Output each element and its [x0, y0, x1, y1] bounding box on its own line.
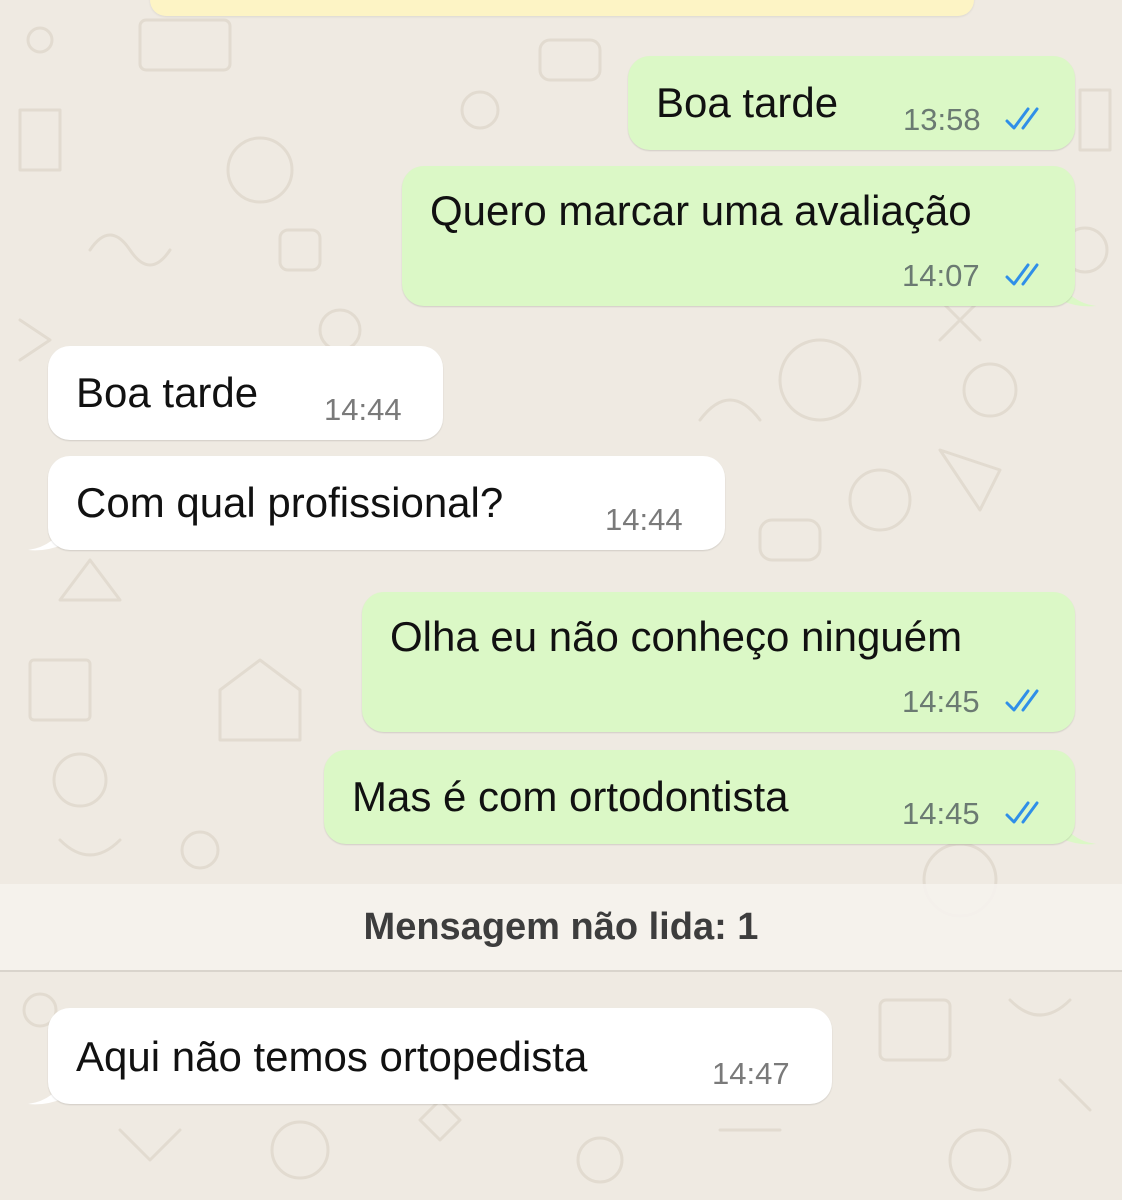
message-bubble-outgoing[interactable]: Olha eu não conheço ninguém 14:45: [362, 592, 1075, 732]
message-timestamp: 13:58: [903, 102, 981, 137]
message-text: Mas é com ortodontista: [352, 773, 789, 820]
message-text: Aqui não temos ortopedista: [76, 1033, 588, 1080]
unread-messages-label: Mensagem não lida: 1: [363, 906, 759, 948]
message-text: Olha eu não conheço ninguém: [390, 613, 963, 660]
message-text: Boa tarde: [76, 369, 259, 416]
double-check-icon: [1005, 689, 1039, 712]
message-timestamp: 14:45: [902, 796, 980, 831]
message-bubble-outgoing[interactable]: Quero marcar uma avaliação 14:07: [402, 166, 1075, 306]
double-check-icon: [1005, 801, 1039, 824]
unread-messages-divider: Mensagem não lida: 1: [0, 884, 1122, 972]
message-timestamp: 14:07: [902, 258, 980, 293]
message-timestamp: 14:44: [324, 392, 402, 427]
message-timestamp: 14:47: [712, 1056, 790, 1091]
message-text: Quero marcar uma avaliação: [430, 187, 972, 234]
message-timestamp: 14:44: [605, 502, 683, 537]
double-check-icon: [1005, 107, 1039, 130]
message-bubble-incoming[interactable]: Com qual profissional? 14:44: [48, 456, 725, 550]
message-bubble-outgoing[interactable]: Mas é com ortodontista 14:45: [324, 750, 1075, 844]
message-bubble-incoming[interactable]: Aqui não temos ortopedista 14:47: [48, 1008, 832, 1104]
double-check-icon: [1005, 263, 1039, 286]
encryption-notice-banner[interactable]: [150, 0, 974, 16]
message-text: Com qual profissional?: [76, 479, 504, 526]
message-bubble-incoming[interactable]: Boa tarde 14:44: [48, 346, 443, 440]
message-bubble-outgoing[interactable]: Boa tarde 13:58: [628, 56, 1075, 150]
message-text: Boa tarde: [656, 79, 839, 126]
message-timestamp: 14:45: [902, 684, 980, 719]
